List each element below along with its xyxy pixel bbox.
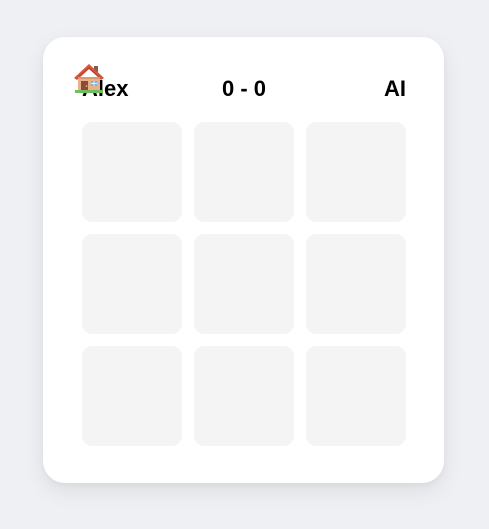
game-card: Alex 0 - 0 AI: [43, 37, 444, 483]
board-cell-7[interactable]: [82, 346, 182, 446]
board-cell-9[interactable]: [306, 346, 406, 446]
home-button[interactable]: [73, 63, 105, 93]
scoreboard: Alex 0 - 0 AI: [82, 75, 406, 103]
board-cell-5[interactable]: [194, 234, 294, 334]
game-board: [82, 122, 406, 446]
home-icon: [74, 64, 104, 93]
board-cell-8[interactable]: [194, 346, 294, 446]
score-display: 0 - 0: [221, 76, 267, 101]
player-name-right: AI: [384, 76, 406, 101]
board-cell-6[interactable]: [306, 234, 406, 334]
board-cell-2[interactable]: [194, 122, 294, 222]
board-cell-3[interactable]: [306, 122, 406, 222]
board-cell-1[interactable]: [82, 122, 182, 222]
board-cell-4[interactable]: [82, 234, 182, 334]
